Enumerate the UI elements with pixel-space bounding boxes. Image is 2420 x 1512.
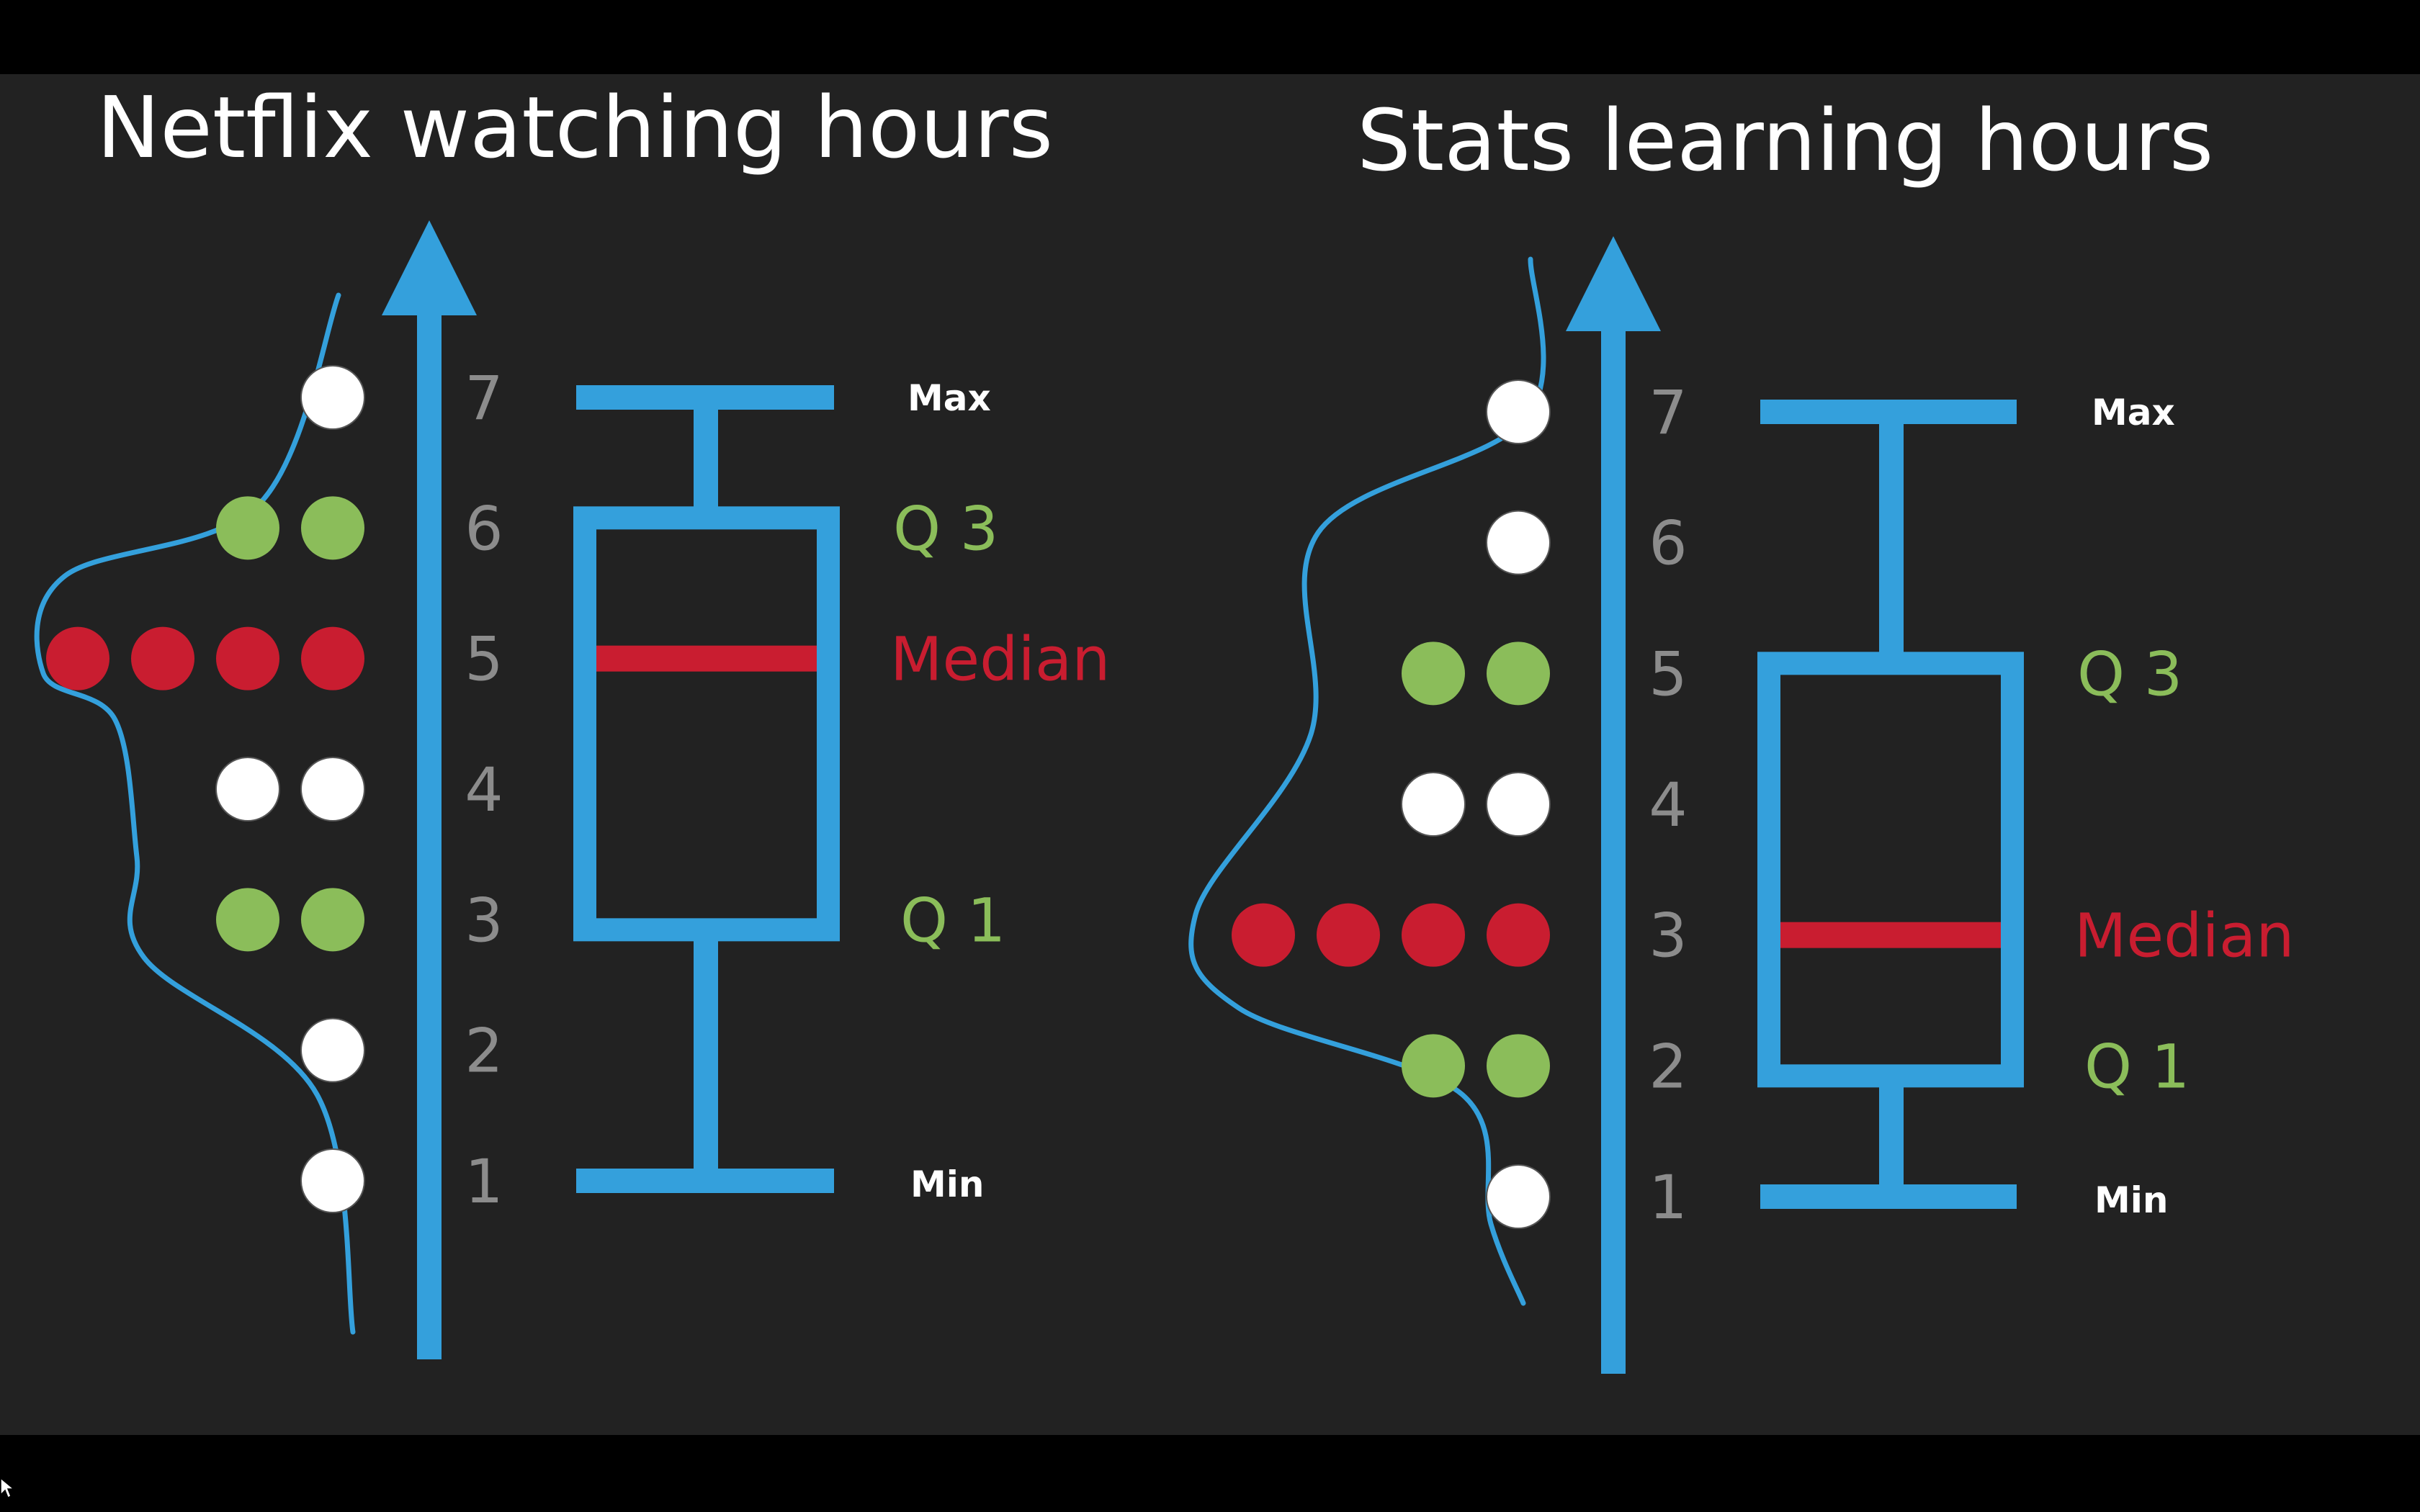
data-point [216, 496, 279, 560]
upper-whisker [1879, 412, 1904, 674]
lower-whisker [1879, 1076, 1904, 1197]
y-tick-label: 4 [1649, 770, 1687, 840]
boxplot-comparison-slide: Netflix watching hours 1 2 3 4 5 6 7 Max Q 3 Media… [0, 0, 2420, 1512]
data-point [215, 757, 280, 822]
data-point [300, 365, 365, 430]
max-label: Max [2092, 392, 2175, 433]
data-point [1401, 772, 1466, 837]
data-point [216, 626, 279, 690]
data-point [300, 1017, 365, 1083]
min-whisker-cap [1760, 1184, 2017, 1209]
data-point [1402, 903, 1465, 967]
min-label: Min [2094, 1179, 2169, 1221]
y-tick-label: 6 [465, 493, 503, 564]
y-tick-label: 3 [1649, 901, 1687, 971]
y-tick-label: 4 [465, 755, 503, 825]
q3-label: Q 3 [893, 493, 998, 564]
data-point [216, 888, 279, 952]
q3-label: Q 3 [2077, 639, 2182, 709]
y-axis-line [417, 292, 442, 1359]
slide-panel [0, 74, 2420, 1435]
y-tick-label: 3 [465, 885, 503, 955]
data-point [46, 626, 109, 690]
max-label: Max [908, 377, 991, 419]
y-tick-label: 5 [465, 624, 503, 695]
data-point [300, 757, 365, 822]
data-point [1486, 772, 1551, 837]
data-point [1487, 903, 1550, 967]
median-line [596, 645, 817, 672]
data-point [1402, 1034, 1465, 1098]
y-axis-line [1601, 308, 1626, 1374]
lower-whisker [694, 930, 718, 1181]
data-point [1487, 642, 1550, 706]
data-point [301, 496, 364, 560]
y-tick-label: 1 [465, 1146, 503, 1217]
median-label: Median [890, 624, 1111, 695]
y-tick-label: 2 [1649, 1031, 1687, 1102]
min-whisker-cap [576, 1169, 834, 1193]
y-tick-label: 7 [465, 363, 503, 433]
data-point [131, 626, 194, 690]
y-tick-label: 5 [1649, 639, 1687, 709]
min-label: Min [910, 1164, 985, 1205]
data-point [1487, 1034, 1550, 1098]
data-point [301, 626, 364, 690]
mouse-cursor-icon [0, 1477, 16, 1499]
data-point [300, 1148, 365, 1213]
y-tick-label: 7 [1649, 377, 1687, 448]
data-point [1402, 642, 1465, 706]
q1-label: Q 1 [2084, 1031, 2190, 1102]
y-tick-label: 1 [1649, 1162, 1687, 1233]
data-point [1486, 1164, 1551, 1229]
chart-title: Stats learning hours [1357, 91, 2213, 190]
data-point [1486, 510, 1551, 575]
median-line [1780, 922, 2001, 948]
chart-title: Netflix watching hours [97, 78, 1053, 177]
data-point [1486, 379, 1551, 444]
y-tick-label: 2 [465, 1016, 503, 1086]
data-point [1232, 903, 1295, 967]
median-label: Median [2074, 901, 2295, 971]
data-point [1317, 903, 1380, 967]
q1-label: Q 1 [900, 885, 1005, 955]
data-point [301, 888, 364, 952]
y-tick-label: 6 [1649, 508, 1687, 579]
